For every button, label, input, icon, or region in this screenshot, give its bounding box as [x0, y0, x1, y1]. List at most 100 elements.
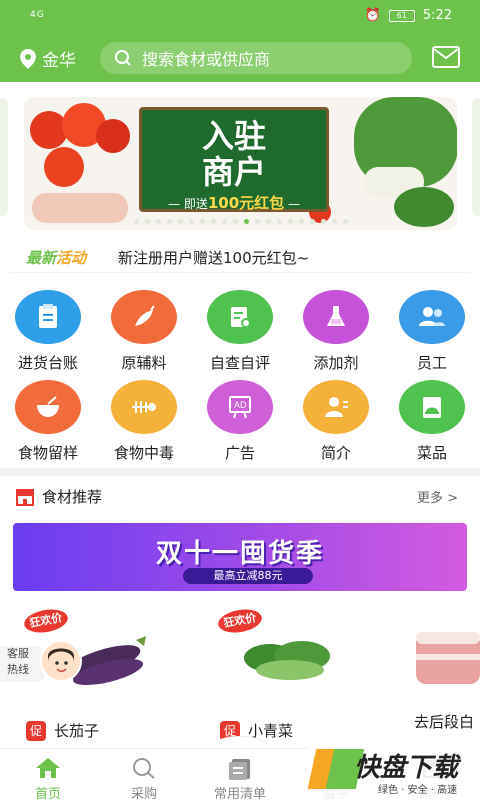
tomato-image — [96, 119, 130, 153]
more-link[interactable]: 更多 > — [417, 487, 458, 506]
indicator-dot — [144, 219, 150, 224]
grid-item-ledger[interactable]: 进货台账 — [0, 290, 96, 373]
watermark-slogan: 绿色 · 安全 · 高速 — [378, 785, 458, 796]
grid-item-dishes[interactable]: 菜品 — [384, 380, 480, 463]
indicator-dot — [309, 219, 315, 224]
indicator-dot — [232, 219, 238, 224]
status-bar: 4G ⏰ 61 5:22 — [0, 0, 480, 34]
service-agent-avatar[interactable] — [40, 640, 82, 682]
grid-item-label: 自查自评 — [209, 354, 270, 372]
indicator-dot — [265, 219, 271, 224]
indicator-dot-active — [243, 219, 249, 224]
recommend-section-header: 食材推荐 更多 > — [0, 480, 480, 512]
tab-common-list[interactable]: 常用清单 — [192, 749, 288, 802]
grid-item-self-check[interactable]: 自查自评 — [192, 290, 288, 373]
promo-tag: 促 — [26, 720, 46, 741]
banner-carousel[interactable]: 入驻 商户 — 即送100元红包 — — [0, 82, 480, 234]
watermark-logo: 快盘下载 绿色 · 安全 · 高速 — [307, 745, 480, 800]
list-icon — [229, 759, 250, 780]
product-name-row: 去后段白 — [414, 714, 480, 730]
indicator-dot — [320, 219, 326, 224]
top-header: 金华 搜索食材或供应商 — [0, 34, 480, 82]
grid-item-label: 员工 — [416, 354, 447, 372]
news-tag: 最新活动 — [26, 248, 87, 267]
location-label: 金华 — [42, 51, 76, 71]
news-ticker[interactable]: 最新活动 新注册用户赠送100元红包~ — [0, 240, 480, 274]
tab-label: 首页 — [34, 787, 61, 802]
service-label: 热线 — [7, 663, 29, 676]
indicator-dot — [342, 219, 348, 224]
indicator-dot — [221, 219, 227, 224]
grid-item-food-poisoning[interactable]: 食物中毒 — [96, 380, 192, 463]
indicator-dot — [287, 219, 293, 224]
grid-item-profile[interactable]: 简介 — [288, 380, 384, 463]
battery-indicator: 61 — [388, 9, 415, 22]
grid-item-label: 食物中毒 — [113, 444, 174, 462]
prev-banner-peek — [0, 98, 8, 216]
clock: 5:22 — [422, 8, 452, 23]
product-name: 长茄子 — [54, 722, 100, 740]
tab-label: 采购 — [130, 787, 157, 802]
grid-item-ingredients[interactable]: 原辅料 — [96, 290, 192, 373]
tomato-image — [44, 147, 84, 187]
location-pin-icon — [20, 48, 36, 69]
indicator-dot — [133, 219, 139, 224]
indicator-dot — [155, 219, 161, 224]
promo-banner[interactable]: 双十一囤货季 最高立减88元 — [13, 523, 467, 591]
divider — [10, 272, 470, 273]
indicator-dot — [254, 219, 260, 224]
bowl-icon — [15, 380, 81, 434]
grid-item-food-sample[interactable]: 食物留样 — [0, 380, 96, 463]
home-icon — [36, 758, 60, 778]
search-input[interactable]: 搜索食材或供应商 — [100, 42, 412, 74]
svg-text:AD: AD — [234, 400, 247, 410]
alarm-icon: ⏰ — [364, 8, 381, 23]
grid-item-label: 简介 — [320, 444, 351, 462]
location-selector[interactable]: 金华 — [20, 46, 76, 71]
grid-item-additives[interactable]: 添加剂 — [288, 290, 384, 373]
staff-icon — [399, 290, 465, 344]
section-title: 食材推荐 — [42, 488, 103, 506]
customer-service-button[interactable]: 客服 热线 — [0, 646, 44, 682]
search-placeholder: 搜索食材或供应商 — [142, 50, 271, 69]
pork-image — [416, 632, 480, 684]
grid-item-label: 进货台账 — [17, 354, 78, 372]
grid-item-label: 添加剂 — [313, 354, 359, 372]
tab-purchase[interactable]: 采购 — [96, 749, 192, 802]
product-name-row: 促 长茄子 — [26, 720, 99, 741]
indicator-dot — [166, 219, 172, 224]
grid-item-label: 菜品 — [416, 444, 447, 462]
product-name: 去后段白 — [414, 714, 475, 730]
promo-title: 双十一囤货季 — [155, 539, 324, 569]
section-separator — [0, 468, 480, 476]
carousel-indicator — [24, 219, 457, 224]
network-indicator: 4G — [30, 10, 45, 20]
merchant-join-board: 入驻 商户 — 即送100元红包 — — [139, 107, 329, 212]
grid-item-label: 广告 — [224, 444, 255, 462]
board-caption: — 即送100元红包 — — [168, 194, 300, 212]
tab-home[interactable]: 首页 — [0, 749, 96, 802]
ad-icon: AD — [207, 380, 273, 434]
promo-subtitle: 最高立减88元 — [183, 568, 313, 584]
next-banner-peek — [472, 98, 480, 216]
chili-icon — [111, 290, 177, 344]
tab-label: 常用清单 — [213, 787, 266, 802]
fish-bone-icon — [111, 380, 177, 434]
grid-item-staff[interactable]: 员工 — [384, 290, 480, 373]
watermark-brand: 快盘下载 — [354, 753, 459, 783]
search-icon — [115, 50, 131, 66]
grid-item-label: 原辅料 — [121, 354, 167, 372]
message-button[interactable] — [432, 46, 460, 72]
indicator-dot — [199, 219, 205, 224]
flask-icon — [303, 290, 369, 344]
indicator-dot — [331, 219, 337, 224]
self-check-icon — [207, 290, 273, 344]
search-icon — [133, 758, 155, 779]
indicator-dot — [177, 219, 183, 224]
store-icon — [16, 489, 34, 506]
dish-icon — [399, 380, 465, 434]
board-line1: 入驻 — [201, 117, 266, 155]
banner-slide[interactable]: 入驻 商户 — 即送100元红包 — — [24, 97, 457, 230]
news-text[interactable]: 新注册用户赠送100元红包~ — [118, 247, 309, 268]
grid-item-advertising[interactable]: AD 广告 — [192, 380, 288, 463]
